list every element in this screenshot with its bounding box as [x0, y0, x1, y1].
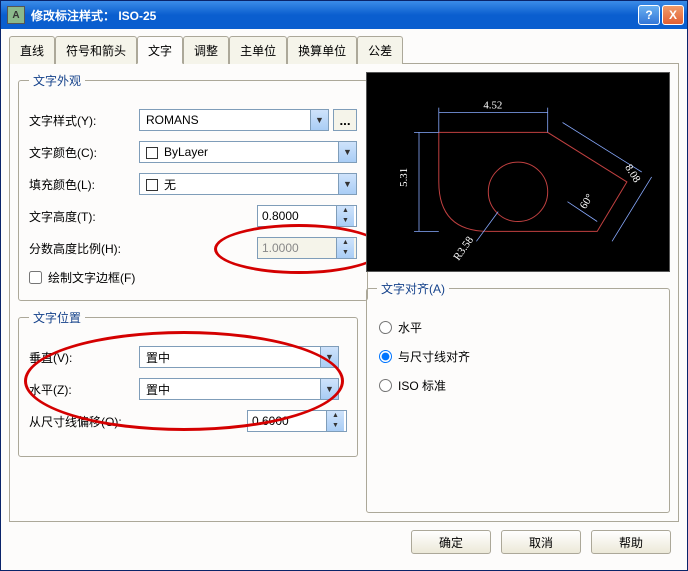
chevron-down-icon: ▼	[320, 379, 338, 399]
button-bar: 确定 取消 帮助	[9, 522, 679, 562]
combo-horizontal-value: 置中	[140, 381, 320, 398]
input-fraction-height	[258, 238, 336, 258]
tab-lines[interactable]: 直线	[9, 36, 55, 64]
group-alignment: 文字对齐(A) 水平 与尺寸线对齐 ISO 标准	[366, 280, 670, 513]
chevron-down-icon: ▼	[310, 110, 328, 130]
label-vertical: 垂直(V):	[29, 349, 139, 366]
dim-text: 8.08	[622, 162, 643, 185]
tab-fit[interactable]: 调整	[183, 36, 229, 64]
spinner-fraction-height: ▲▼	[257, 237, 357, 259]
window-title: 修改标注样式： ISO-25	[31, 7, 636, 24]
titlebar: A 修改标注样式： ISO-25 ? X	[1, 1, 687, 29]
combo-horizontal[interactable]: 置中 ▼	[139, 378, 339, 400]
dimension-preview: 4.52 5.31 8.08 60° R3.58	[366, 72, 670, 272]
radio-horizontal[interactable]	[379, 321, 392, 334]
chevron-down-icon: ▼	[338, 142, 356, 162]
combo-text-style[interactable]: ROMANS ▼	[139, 109, 329, 131]
close-button[interactable]: X	[662, 5, 684, 25]
dialog-window: A 修改标注样式： ISO-25 ? X 直线 符号和箭头 文字 调整 主单位 …	[0, 0, 688, 571]
spinner-offset[interactable]: ▲▼	[247, 410, 347, 432]
combo-fill-color-value: 无	[140, 176, 338, 193]
spinner-text-height[interactable]: ▲▼	[257, 205, 357, 227]
tabstrip: 直线 符号和箭头 文字 调整 主单位 换算单位 公差	[9, 35, 679, 64]
legend-placement: 文字位置	[29, 309, 85, 326]
spinner-buttons[interactable]: ▲▼	[336, 206, 354, 226]
dim-text: R3.58	[451, 234, 476, 263]
input-offset[interactable]	[248, 411, 326, 431]
tab-symbols[interactable]: 符号和箭头	[55, 36, 137, 64]
legend-appearance: 文字外观	[29, 72, 85, 89]
group-appearance: 文字外观 文字样式(Y): ROMANS ▼ ... 文字颜色(C): ByLa…	[18, 72, 368, 301]
ok-button[interactable]: 确定	[411, 530, 491, 554]
tab-alt[interactable]: 换算单位	[287, 36, 357, 64]
help-button[interactable]: ?	[638, 5, 660, 25]
input-text-height[interactable]	[258, 206, 336, 226]
label-radio-aligned: 与尺寸线对齐	[398, 348, 470, 365]
label-text-frame: 绘制文字边框(F)	[48, 269, 135, 286]
tab-panel: 文字外观 文字样式(Y): ROMANS ▼ ... 文字颜色(C): ByLa…	[9, 64, 679, 522]
checkbox-text-frame[interactable]	[29, 271, 42, 284]
dim-text: 4.52	[483, 100, 502, 112]
label-radio-iso: ISO 标准	[398, 377, 446, 394]
dim-text: 60°	[578, 192, 596, 211]
spinner-buttons: ▲▼	[336, 238, 354, 258]
combo-text-color[interactable]: ByLayer ▼	[139, 141, 357, 163]
color-swatch-icon	[146, 179, 158, 191]
combo-vertical-value: 置中	[140, 349, 320, 366]
legend-alignment: 文字对齐(A)	[377, 280, 449, 297]
group-placement: 文字位置 垂直(V): 置中 ▼ 水平(Z): 置中 ▼	[18, 309, 358, 457]
spinner-buttons[interactable]: ▲▼	[326, 411, 344, 431]
chevron-down-icon: ▼	[338, 174, 356, 194]
combo-text-color-value: ByLayer	[140, 145, 338, 159]
label-radio-horizontal: 水平	[398, 319, 422, 336]
tab-tol[interactable]: 公差	[357, 36, 403, 64]
label-text-height: 文字高度(T):	[29, 208, 139, 225]
client-area: 直线 符号和箭头 文字 调整 主单位 换算单位 公差 文字外观 文字样式(Y):…	[1, 29, 687, 570]
help-button[interactable]: 帮助	[591, 530, 671, 554]
text-style-more-button[interactable]: ...	[333, 109, 357, 131]
color-swatch-icon	[146, 147, 158, 159]
combo-fill-color[interactable]: 无 ▼	[139, 173, 357, 195]
label-horizontal: 水平(Z):	[29, 381, 139, 398]
tab-primary[interactable]: 主单位	[229, 36, 287, 64]
dim-text: 5.31	[398, 168, 410, 187]
cancel-button[interactable]: 取消	[501, 530, 581, 554]
app-icon: A	[7, 6, 25, 24]
label-fill-color: 填充颜色(L):	[29, 176, 139, 193]
radio-aligned[interactable]	[379, 350, 392, 363]
label-text-color: 文字颜色(C):	[29, 144, 139, 161]
combo-vertical[interactable]: 置中 ▼	[139, 346, 339, 368]
label-offset: 从尺寸线偏移(O):	[29, 413, 139, 430]
tab-text[interactable]: 文字	[137, 36, 183, 64]
label-fraction-height: 分数高度比例(H):	[29, 240, 139, 257]
radio-iso[interactable]	[379, 379, 392, 392]
chevron-down-icon: ▼	[320, 347, 338, 367]
combo-text-style-value: ROMANS	[140, 113, 310, 127]
label-text-style: 文字样式(Y):	[29, 112, 139, 129]
